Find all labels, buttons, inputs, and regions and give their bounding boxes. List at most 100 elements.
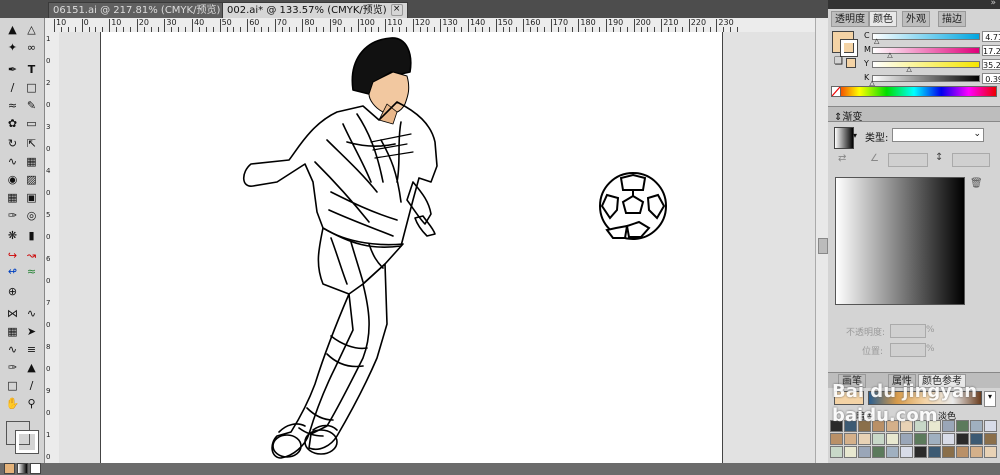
brush-icon[interactable]: ≈ [4, 98, 21, 113]
color-swatch[interactable] [900, 446, 913, 458]
measure-icon[interactable]: ➤ [23, 324, 40, 339]
shape-builder-icon[interactable]: ◉ [4, 172, 21, 187]
color-swatch[interactable] [886, 420, 899, 432]
chevron-down-icon[interactable]: ▾ [984, 391, 996, 407]
tab-color[interactable]: 颜色 [869, 11, 897, 27]
color-swatch[interactable] [830, 433, 843, 445]
eyedropper-icon[interactable]: ✑ [4, 208, 21, 223]
harmony-strip[interactable] [868, 391, 982, 405]
color-swatch[interactable] [970, 433, 983, 445]
color-swatch[interactable] [942, 420, 955, 432]
location-input[interactable] [890, 343, 926, 357]
tab-transparency[interactable]: 透明度 [831, 11, 869, 27]
color-swatch[interactable] [928, 446, 941, 458]
gradient-type-select[interactable]: ⌄ [892, 128, 984, 142]
free-transform-icon[interactable]: ▦ [23, 154, 40, 169]
tab-color-guide[interactable]: 颜色参考 [918, 374, 966, 388]
gradient-panel-title[interactable]: ⇕渐变 [834, 108, 862, 123]
warp-icon[interactable]: ∿ [4, 154, 21, 169]
channel-value-input[interactable]: 4.71 [982, 31, 1000, 42]
color-swatch[interactable] [900, 433, 913, 445]
rotate-icon[interactable]: ↻ [4, 136, 21, 151]
tab-brushes[interactable]: 画笔 [838, 374, 866, 388]
stroke-swatch[interactable] [15, 430, 39, 454]
knife-tool-icon[interactable]: ↝ [23, 248, 40, 263]
reverse-gradient-icon[interactable]: ⇄ [838, 153, 846, 164]
color-swatch[interactable] [956, 446, 969, 458]
eraser-icon[interactable]: ▭ [23, 116, 40, 131]
last-color-swatch[interactable] [846, 58, 856, 68]
artboard-icon[interactable]: ⋈ [4, 306, 21, 321]
gradient-dropdown-icon[interactable]: ▾ [853, 131, 857, 140]
color-spectrum[interactable] [831, 86, 997, 97]
blob-brush-icon[interactable]: ✿ [4, 116, 21, 131]
vertical-scrollbar[interactable] [815, 18, 828, 463]
channel-slider[interactable] [872, 75, 980, 82]
document-tab-002[interactable]: 002.ai* @ 133.57% (CMYK/预览) × [222, 2, 408, 18]
line-icon[interactable]: ∕ [4, 80, 21, 95]
color-swatch[interactable] [872, 420, 885, 432]
color-swatch[interactable] [942, 433, 955, 445]
color-swatch[interactable] [886, 446, 899, 458]
hand-icon[interactable]: ✋ [4, 396, 21, 411]
slider-thumb-icon[interactable]: △ [887, 51, 892, 59]
eyedropper-2-icon[interactable]: ✑ [4, 360, 21, 375]
zoom-icon[interactable]: ⚲ [23, 396, 40, 411]
color-swatch[interactable] [928, 420, 941, 432]
channel-slider[interactable] [872, 33, 980, 40]
stroke-color-swatch[interactable] [840, 39, 858, 57]
knife-icon[interactable]: ∕ [23, 378, 40, 393]
color-swatch[interactable] [914, 446, 927, 458]
color-swatch[interactable] [872, 433, 885, 445]
width-tool-icon[interactable]: ↪ [4, 248, 21, 263]
mesh-icon[interactable]: ▦ [4, 190, 21, 205]
color-swatch[interactable] [956, 420, 969, 432]
color-swatch[interactable] [900, 420, 913, 432]
none-color-box[interactable] [831, 86, 841, 97]
slice-icon[interactable]: ∿ [23, 306, 40, 321]
crop-icon[interactable]: □ [4, 378, 21, 393]
color-swatch[interactable] [886, 433, 899, 445]
slider-thumb-icon[interactable]: △ [874, 37, 879, 45]
color-swatch[interactable] [858, 433, 871, 445]
base-color-swatch[interactable] [834, 391, 864, 405]
perspective-icon[interactable]: ▨ [23, 172, 40, 187]
channel-value-input[interactable]: 17.25 [982, 45, 1000, 56]
canvas-area[interactable] [59, 32, 815, 463]
aspect-input[interactable] [952, 153, 990, 167]
rectangle-icon[interactable]: □ [23, 80, 40, 95]
symbol-sprayer-icon[interactable]: ❋ [4, 228, 21, 243]
color-swatch[interactable] [928, 433, 941, 445]
column-graph-icon[interactable]: ▮ [23, 228, 40, 243]
tab-stroke[interactable]: 描边 [938, 11, 966, 27]
blend-icon[interactable]: ◎ [23, 208, 40, 223]
curve-icon[interactable]: ∿ [4, 342, 21, 357]
direct-select-icon[interactable]: △ [23, 22, 40, 37]
color-swatch[interactable] [844, 420, 857, 432]
gradient-mode-icon[interactable] [17, 463, 28, 474]
color-swatch[interactable] [942, 446, 955, 458]
tab-attributes[interactable]: 属性 [888, 374, 916, 388]
angle-icon[interactable]: ∠ [870, 153, 879, 164]
color-swatch[interactable] [844, 446, 857, 458]
document-tab-06151[interactable]: 06151.ai @ 217.81% (CMYK/预览)× [48, 2, 242, 18]
delete-stop-icon[interactable]: 🗑 [970, 178, 983, 189]
channel-value-input[interactable]: 0.39 [982, 73, 1000, 84]
crosshair-icon[interactable]: ⊕ [4, 284, 21, 299]
close-icon[interactable]: × [390, 4, 403, 16]
artboard[interactable] [100, 32, 723, 463]
aspect-ratio-icon[interactable]: ↕ [935, 152, 943, 163]
color-swatch[interactable] [984, 433, 997, 445]
color-swatch[interactable] [830, 420, 843, 432]
channel-slider[interactable] [872, 61, 980, 68]
tab-appearance[interactable]: 外观 [902, 11, 930, 27]
gradient-icon[interactable]: ▣ [23, 190, 40, 205]
slider-thumb-icon[interactable]: △ [906, 65, 911, 73]
collapse-icon[interactable]: » [990, 0, 996, 8]
scroll-thumb[interactable] [818, 238, 828, 254]
gradient-slider[interactable] [835, 177, 965, 305]
scale-icon[interactable]: ⇱ [23, 136, 40, 151]
color-swatch[interactable] [872, 446, 885, 458]
gradient-preview[interactable] [834, 127, 854, 149]
color-mode-icon[interactable] [4, 463, 15, 474]
